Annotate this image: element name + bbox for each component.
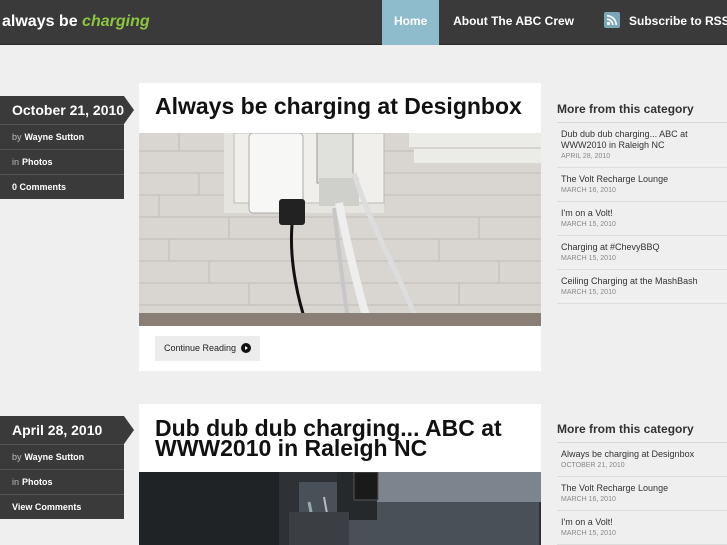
logo-text: always be [2,13,83,30]
post-category: in Photos [0,149,124,174]
category-prefix: in [12,477,20,487]
comments-link[interactable]: 0 Comments [0,174,124,199]
related-post-date: March 16, 2010 [561,496,616,503]
related-post-title[interactable]: Ceiling Charging at the MashBash [561,276,727,287]
post-title[interactable]: Dub dub dub charging... ABC at WWW2010 i… [139,404,541,472]
nav-about[interactable]: About The ABC Crew [440,0,587,45]
related-posts-widget: More from this category Dub dub dub char… [557,101,727,304]
nav-home[interactable]: Home [382,0,440,45]
related-post-date: March 15, 2010 [561,255,616,262]
related-post-item[interactable]: Dub dub dub charging... ABC at WWW2010 i… [557,123,727,168]
post-card: Always be charging at Designbox Continue… [139,83,541,371]
related-post-date: April 28, 2010 [561,153,611,160]
category-link[interactable]: Photos [22,157,53,167]
continue-reading-button[interactable]: Continue Reading [155,336,261,361]
post-meta: October 21, 2010 by Wayne Sutton in Photos… [0,96,134,199]
related-post-title[interactable]: Always be charging at Designbox [561,449,727,460]
author-link[interactable]: Wayne Sutton [25,452,85,462]
rss-icon [604,11,620,28]
arrow-right-circle-icon [241,342,252,353]
related-posts-widget: More from this category Always be chargi… [557,421,727,545]
related-post-date: March 15, 2010 [561,530,616,537]
post-date: April 28, 2010 [0,416,134,444]
widget-heading: More from this category [557,421,727,443]
post-card: Dub dub dub charging... ABC at WWW2010 i… [139,404,541,545]
post-category: in Photos [0,469,124,494]
post-photo[interactable] [139,472,541,545]
author-link[interactable]: Wayne Sutton [25,132,85,142]
logo-accent: charging [82,13,150,30]
author-prefix: by [12,132,22,142]
related-post-item[interactable]: Always be charging at Designbox October 2… [557,443,727,477]
widget-heading: More from this category [557,101,727,123]
related-post-title[interactable]: I'm on a Volt! [561,517,727,528]
related-post-item[interactable]: Ceiling Charging at the MashBash March 15… [557,270,727,304]
related-post-date: March 15, 2010 [561,221,616,228]
post-author: by Wayne Sutton [0,124,124,149]
author-prefix: by [12,452,22,462]
post-photo[interactable] [139,133,541,326]
post-meta: April 28, 2010 by Wayne Sutton in Photos V… [0,416,134,519]
category-prefix: in [12,157,20,167]
related-post-item[interactable]: I'm on a Volt! March 15, 2010 [557,511,727,545]
nav-subscribe-rss[interactable]: Subscribe to RSS [587,0,727,45]
related-post-title[interactable]: Charging at #ChevyBBQ [561,242,727,253]
post-title[interactable]: Always be charging at Designbox [139,83,541,133]
related-post-title[interactable]: The Volt Recharge Lounge [561,483,727,494]
post-author: by Wayne Sutton [0,444,124,469]
related-post-item[interactable]: Charging at #ChevyBBQ March 15, 2010 [557,236,727,270]
main-nav: Home About The ABC Crew Subscribe to RSS [382,0,727,45]
comments-link[interactable]: View Comments [0,494,124,519]
nav-subscribe-label: Subscribe to RSS [629,14,727,28]
related-post-item[interactable]: The Volt Recharge Lounge March 16, 2010 [557,168,727,202]
related-post-item[interactable]: The Volt Recharge Lounge March 16, 2010 [557,477,727,511]
site-logo[interactable]: always be charging [2,13,150,31]
related-post-date: October 21, 2010 [561,462,625,469]
top-bar: always be charging Home About The ABC Cr… [0,0,727,45]
related-post-title[interactable]: The Volt Recharge Lounge [561,174,727,185]
related-post-title[interactable]: I'm on a Volt! [561,208,727,219]
related-post-date: March 15, 2010 [561,289,616,296]
post-date: October 21, 2010 [0,96,134,124]
related-post-title[interactable]: Dub dub dub charging... ABC at WWW2010 i… [561,129,727,151]
continue-label: Continue Reading [164,343,237,353]
category-link[interactable]: Photos [22,477,53,487]
related-post-date: March 16, 2010 [561,187,616,194]
related-post-item[interactable]: I'm on a Volt! March 15, 2010 [557,202,727,236]
